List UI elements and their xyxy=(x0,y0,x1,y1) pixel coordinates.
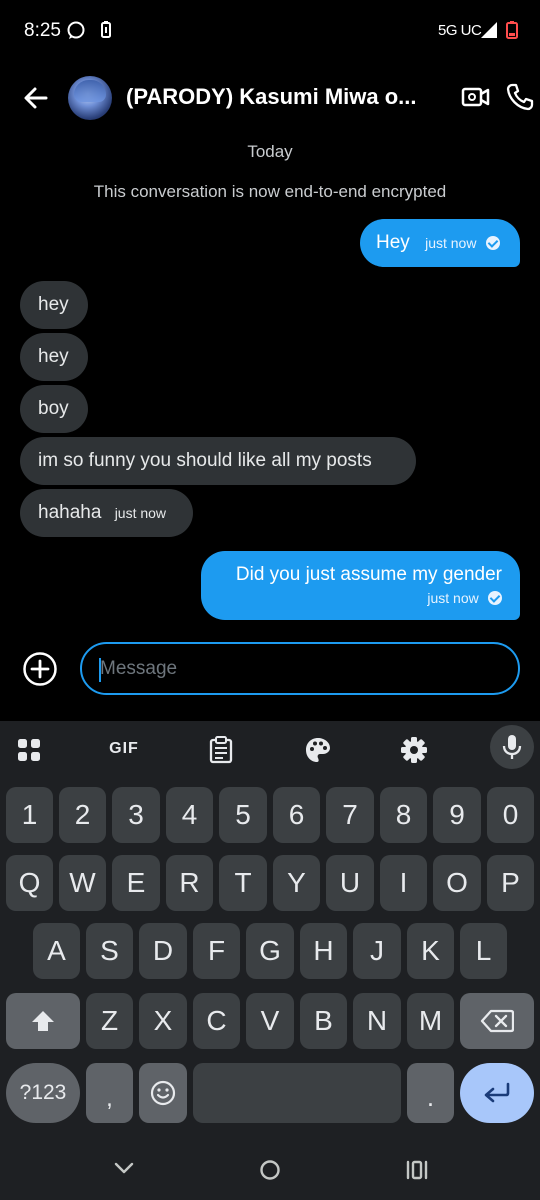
key-h[interactable]: H xyxy=(300,923,347,979)
key-6[interactable]: 6 xyxy=(273,787,320,843)
clipboard-icon[interactable] xyxy=(206,735,236,765)
signal-icon xyxy=(481,22,497,38)
key-f[interactable]: F xyxy=(193,923,240,979)
key-g[interactable]: G xyxy=(246,923,294,979)
encryption-notice: This conversation is now end-to-end encr… xyxy=(93,182,447,201)
battery-saver-icon xyxy=(101,21,111,38)
shift-icon xyxy=(32,1011,54,1031)
message-text: hahaha xyxy=(38,502,102,523)
battery-icon xyxy=(506,21,518,39)
message-bubble-incoming[interactable]: im so funny you should like all my posts xyxy=(20,437,416,485)
key-1[interactable]: 1 xyxy=(6,787,53,843)
back-arrow-icon[interactable] xyxy=(20,82,52,114)
comma-key[interactable]: , xyxy=(86,1063,133,1123)
mic-icon xyxy=(502,735,522,759)
message-text: hey xyxy=(38,346,69,367)
key-i[interactable]: I xyxy=(380,855,427,911)
recents-icon[interactable] xyxy=(404,1159,430,1181)
key-7[interactable]: 7 xyxy=(326,787,374,843)
date-label: Today xyxy=(247,142,293,161)
palette-icon[interactable] xyxy=(303,735,333,765)
key-n[interactable]: N xyxy=(353,993,401,1049)
key-c[interactable]: C xyxy=(193,993,240,1049)
conversation-title[interactable]: (PARODY) Kasumi Miwa o... xyxy=(126,84,426,110)
avatar[interactable] xyxy=(68,76,112,120)
key-j[interactable]: J xyxy=(353,923,401,979)
message-text: hey xyxy=(38,294,69,315)
key-q[interactable]: Q xyxy=(6,855,53,911)
key-u[interactable]: U xyxy=(326,855,374,911)
key-l[interactable]: L xyxy=(460,923,507,979)
message-text: im so funny you should like all my posts xyxy=(38,450,372,471)
network-type: 5G UC xyxy=(438,22,482,39)
key-5[interactable]: 5 xyxy=(219,787,267,843)
message-notification-icon xyxy=(67,21,85,39)
backspace-icon xyxy=(480,1009,514,1033)
key-t[interactable]: T xyxy=(219,855,267,911)
add-attachment-icon[interactable] xyxy=(22,651,58,687)
read-receipt-icon xyxy=(485,235,500,250)
message-text: Hey xyxy=(376,232,410,253)
space-key[interactable] xyxy=(193,1063,401,1123)
shift-key[interactable] xyxy=(6,993,80,1049)
key-d[interactable]: D xyxy=(139,923,187,979)
video-call-icon[interactable] xyxy=(461,82,491,112)
key-8[interactable]: 8 xyxy=(380,787,427,843)
message-timestamp: just now xyxy=(427,590,479,606)
period-key[interactable]: . xyxy=(407,1063,454,1123)
key-b[interactable]: B xyxy=(300,993,347,1049)
phone-call-icon[interactable] xyxy=(505,82,535,112)
status-time: 8:25 xyxy=(24,20,61,41)
hide-keyboard-chevron-icon[interactable] xyxy=(112,1158,136,1178)
message-bubble-outgoing[interactable]: Did you just assume my gender just now xyxy=(201,551,520,620)
status-bar: 8:25 5G UC xyxy=(0,0,540,62)
key-4[interactable]: 4 xyxy=(166,787,213,843)
backspace-key[interactable] xyxy=(460,993,534,1049)
home-icon[interactable] xyxy=(258,1158,282,1182)
key-a[interactable]: A xyxy=(33,923,80,979)
message-bubble-incoming[interactable]: hey xyxy=(20,281,88,329)
mic-button[interactable] xyxy=(490,725,534,769)
message-bubble-incoming[interactable]: boy xyxy=(20,385,88,433)
message-text: boy xyxy=(38,398,69,419)
key-3[interactable]: 3 xyxy=(112,787,160,843)
message-bubble-outgoing[interactable]: Hey just now xyxy=(360,219,520,267)
read-receipt-icon xyxy=(488,590,502,605)
key-0[interactable]: 0 xyxy=(487,787,534,843)
system-nav-bar xyxy=(0,1140,540,1200)
key-x[interactable]: X xyxy=(139,993,187,1049)
key-o[interactable]: O xyxy=(433,855,481,911)
key-v[interactable]: V xyxy=(246,993,294,1049)
message-bubble-incoming[interactable]: hahaha just now xyxy=(20,489,193,537)
symbols-key[interactable]: ?123 xyxy=(6,1063,80,1123)
key-w[interactable]: W xyxy=(59,855,106,911)
enter-icon xyxy=(484,1082,510,1103)
key-r[interactable]: R xyxy=(166,855,213,911)
message-bubble-incoming[interactable]: hey xyxy=(20,333,88,381)
conversation-header: (PARODY) Kasumi Miwa o... xyxy=(0,66,540,130)
key-9[interactable]: 9 xyxy=(433,787,481,843)
message-timestamp: just now xyxy=(425,235,477,251)
key-m[interactable]: M xyxy=(407,993,454,1049)
key-e[interactable]: E xyxy=(112,855,160,911)
gif-button[interactable]: GIF xyxy=(104,740,144,762)
key-2[interactable]: 2 xyxy=(59,787,106,843)
settings-icon[interactable] xyxy=(399,735,429,765)
key-y[interactable]: Y xyxy=(273,855,320,911)
emoji-icon xyxy=(150,1080,176,1106)
key-z[interactable]: Z xyxy=(86,993,133,1049)
key-s[interactable]: S xyxy=(86,923,133,979)
message-input[interactable] xyxy=(80,642,520,695)
key-p[interactable]: P xyxy=(487,855,534,911)
enter-key[interactable] xyxy=(460,1063,534,1123)
apps-icon[interactable] xyxy=(14,735,44,765)
key-k[interactable]: K xyxy=(407,923,454,979)
emoji-key[interactable] xyxy=(139,1063,187,1123)
message-timestamp: just now xyxy=(114,505,167,521)
text-cursor xyxy=(99,658,101,682)
message-text: Did you just assume my gender xyxy=(235,564,502,585)
